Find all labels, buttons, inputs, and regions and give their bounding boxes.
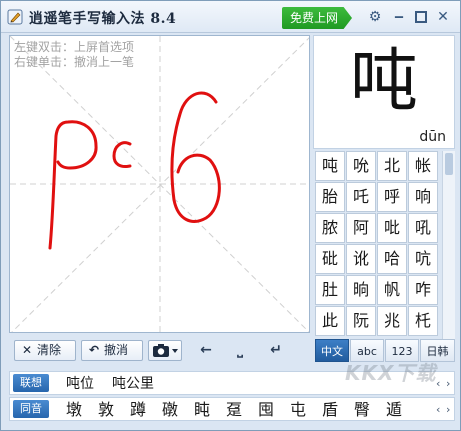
gear-icon[interactable]: ⚙ (367, 9, 383, 25)
candidate-cell[interactable]: 晌 (346, 275, 376, 305)
scrollbar-thumb[interactable] (445, 153, 453, 175)
candidate-cell[interactable]: 阿 (346, 213, 376, 243)
candidate-cell[interactable]: 帐 (408, 151, 438, 181)
mode-chinese[interactable]: 中文 (315, 339, 349, 362)
candidate-cell[interactable]: 脓 (315, 213, 345, 243)
homophone-row: 同音 墩 敦 蹲 礅 盹 趸 囤 屯 盾 臀 遁 ‹ › (9, 397, 455, 421)
homophone-item[interactable]: 盹 (192, 400, 212, 420)
next-page-icon[interactable]: › (446, 375, 454, 393)
undo-icon: ↶ (88, 343, 100, 357)
candidate-cell[interactable]: 吡 (377, 213, 407, 243)
hint-right-click: 右键单击：撤消上一笔 (14, 55, 135, 69)
homophone-item[interactable]: 蹲 (128, 400, 148, 420)
minimize-icon[interactable]: ‒ (391, 9, 407, 25)
title-bar[interactable]: 逍遥笔手写输入法 8.4 免费上网 ⚙ ‒ ✕ (1, 1, 460, 33)
maximize-icon[interactable] (413, 9, 429, 25)
left-arrow-button[interactable]: ← (195, 341, 217, 359)
homophone-item[interactable]: 趸 (224, 400, 244, 420)
stroke-p (48, 120, 98, 250)
candidate-cell[interactable]: 咋 (408, 275, 438, 305)
undo-label: 撤消 (104, 343, 129, 357)
candidate-cell[interactable]: 帆 (377, 275, 407, 305)
stroke-c (112, 141, 132, 168)
window-title: 逍遥笔手写输入法 8.4 (29, 11, 177, 27)
candidate-cell[interactable]: 阮 (346, 306, 376, 336)
candidate-cell[interactable]: 响 (408, 182, 438, 212)
camera-button[interactable] (148, 340, 182, 361)
candidate-scrollbar[interactable] (442, 151, 455, 339)
candidate-cell[interactable]: 肚 (315, 275, 345, 305)
candidate-cell[interactable]: 胎 (315, 182, 345, 212)
homophone-item[interactable]: 囤 (256, 400, 276, 420)
candidate-cell[interactable]: 杔 (408, 306, 438, 336)
prev-page-icon[interactable]: ‹ (436, 375, 444, 393)
homophone-item[interactable]: 屯 (288, 400, 308, 420)
homophone-item[interactable]: 墩 (64, 400, 84, 420)
clear-label: 清除 (37, 343, 62, 357)
candidate-cell[interactable]: 吼 (408, 213, 438, 243)
pad-guide-and-ink (10, 36, 309, 332)
camera-icon (153, 344, 178, 357)
homophone-tag: 同音 (13, 400, 49, 418)
ime-window: 逍遥笔手写输入法 8.4 免费上网 ⚙ ‒ ✕ 左键双击：上屏首选项 右键单击：… (0, 0, 461, 431)
pen-app-icon (7, 9, 23, 25)
candidate-cell[interactable]: 讹 (346, 244, 376, 274)
space-button[interactable]: ⎵ (229, 341, 251, 359)
candidate-cell[interactable]: 砒 (315, 244, 345, 274)
preview-pinyin: dūn (419, 129, 446, 145)
clear-button[interactable]: ✕ 清除 (14, 340, 76, 361)
candidate-grid: 吨 吮 北 帐 胎 吒 呼 响 脓 阿 吡 吼 砒 讹 哈 吭 肚 晌 帆 咋 … (315, 151, 440, 337)
undo-button[interactable]: ↶ 撤消 (81, 340, 143, 361)
preview-char: 吨 (349, 42, 418, 121)
candidate-cell[interactable]: 呼 (377, 182, 407, 212)
candidate-cell[interactable]: 哈 (377, 244, 407, 274)
char-preview: 吨 dūn (313, 35, 455, 149)
next-page-icon[interactable]: › (446, 401, 454, 419)
prev-page-icon[interactable]: ‹ (436, 401, 444, 419)
association-item[interactable]: 吨位 (66, 375, 94, 393)
association-item[interactable]: 吨公里 (112, 375, 154, 393)
pad-toolbar: ✕ 清除 ↶ 撤消 ← ⎵ ↵ (9, 335, 310, 365)
free-internet-button[interactable]: 免费上网 (282, 7, 352, 29)
stroke-6 (170, 91, 221, 223)
association-tag: 联想 (13, 374, 49, 392)
homophone-item[interactable]: 臀 (352, 400, 372, 420)
homophone-item[interactable]: 遁 (384, 400, 404, 420)
handwriting-pad[interactable]: 左键双击：上屏首选项 右键单击：撤消上一笔 (9, 35, 310, 333)
candidate-cell[interactable]: 吮 (346, 151, 376, 181)
candidate-cell[interactable]: 此 (315, 306, 345, 336)
close-icon[interactable]: ✕ (435, 9, 451, 25)
watermark: KKX下载 (345, 361, 437, 385)
homophone-item[interactable]: 礅 (160, 400, 180, 420)
candidate-cell[interactable]: 吒 (346, 182, 376, 212)
enter-button[interactable]: ↵ (265, 341, 287, 359)
x-icon: ✕ (21, 343, 33, 357)
homophone-item[interactable]: 敦 (96, 400, 116, 420)
candidate-cell[interactable]: 吨 (315, 151, 345, 181)
candidate-cell[interactable]: 吭 (408, 244, 438, 274)
candidate-cell[interactable]: 兆 (377, 306, 407, 336)
candidate-cell[interactable]: 北 (377, 151, 407, 181)
homophone-item[interactable]: 盾 (320, 400, 340, 420)
